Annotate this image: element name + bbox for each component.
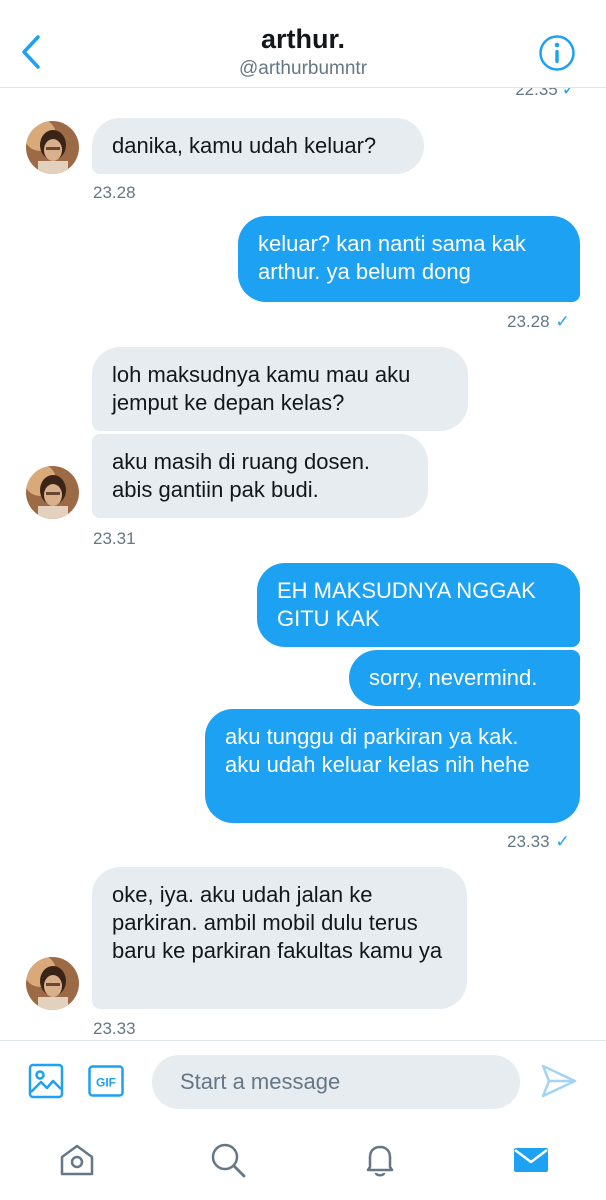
- gif-icon[interactable]: GIF: [88, 1065, 124, 1097]
- bottom-tab-bar: [0, 1124, 606, 1200]
- avatar[interactable]: [26, 466, 79, 519]
- message-timestamp: 23.33: [93, 1019, 136, 1038]
- mail-icon[interactable]: [511, 1140, 551, 1180]
- info-icon[interactable]: [538, 34, 576, 72]
- image-icon[interactable]: [28, 1063, 64, 1099]
- avatar[interactable]: [26, 957, 79, 1010]
- received-message[interactable]: oke, iya. aku udah jalan ke parkiran. am…: [92, 867, 467, 1009]
- clipped-timestamp: 22.35 ✓: [515, 88, 576, 100]
- read-check-icon: ✓: [555, 312, 570, 331]
- read-check-icon: ✓: [555, 832, 570, 851]
- home-icon[interactable]: [57, 1140, 97, 1180]
- sent-message[interactable]: EH MAKSUDNYA NGGAK GITU KAK: [257, 563, 580, 647]
- bell-icon[interactable]: [360, 1140, 400, 1180]
- contact-name[interactable]: arthur.: [0, 24, 606, 55]
- message-timestamp: 23.28 ✓: [507, 312, 570, 331]
- message-list[interactable]: 22.35 ✓ danika, kamu udah keluar? 23.28 k…: [0, 88, 606, 1040]
- message-timestamp: 23.31: [93, 529, 136, 548]
- received-message[interactable]: danika, kamu udah keluar?: [92, 118, 424, 174]
- avatar[interactable]: [26, 121, 79, 174]
- message-timestamp: 23.28: [93, 183, 136, 202]
- read-check-icon: ✓: [561, 88, 576, 99]
- send-icon[interactable]: [540, 1063, 578, 1099]
- contact-handle[interactable]: @arthurbumntr: [0, 58, 606, 80]
- received-message[interactable]: loh maksudnya kamu mau aku jemput ke dep…: [92, 347, 468, 431]
- message-timestamp: 23.33 ✓: [507, 832, 570, 851]
- gif-label: GIF: [96, 1076, 116, 1090]
- message-composer: GIF: [0, 1040, 606, 1124]
- search-icon[interactable]: [208, 1140, 248, 1180]
- conversation-header: arthur. @arthurbumntr: [0, 0, 606, 88]
- message-input[interactable]: [152, 1055, 520, 1109]
- sent-message[interactable]: sorry, nevermind.: [349, 650, 580, 706]
- received-message[interactable]: aku masih di ruang dosen. abis gantiin p…: [92, 434, 428, 518]
- sent-message[interactable]: keluar? kan nanti sama kak arthur. ya be…: [238, 216, 580, 302]
- sent-message[interactable]: aku tunggu di parkiran ya kak. aku udah …: [205, 709, 580, 823]
